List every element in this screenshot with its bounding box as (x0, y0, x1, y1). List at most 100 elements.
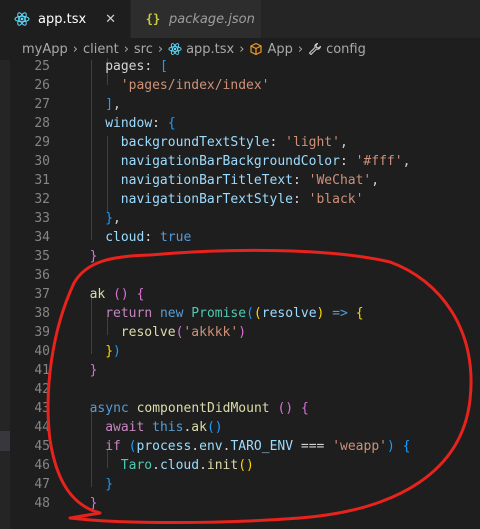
code-token: this (152, 420, 184, 435)
indent-guide (91, 411, 92, 487)
code-line: } (90, 494, 98, 513)
breadcrumb-separator: › (123, 41, 129, 57)
code-line: navigationBarBackgroundColor: '#fff', (121, 152, 411, 171)
code-token: , (371, 173, 380, 188)
code-token: pages: (105, 59, 160, 74)
code-token: cloud (105, 230, 145, 245)
code-token: process (136, 439, 192, 454)
code-token: } (89, 363, 98, 378)
line-number: 29 (34, 135, 50, 150)
code-token: cloud (159, 458, 200, 473)
code-token: navigationBarTextStyle (120, 192, 293, 207)
react-icon (14, 11, 30, 27)
code-token: backgroundTextStyle (120, 135, 270, 150)
code-line: pages: [ (105, 57, 168, 76)
code-token: : (152, 116, 168, 131)
line-number: 43 (34, 401, 50, 416)
json-icon: {} (145, 12, 161, 26)
code-token: } (89, 249, 98, 264)
line-number: 46 (34, 458, 50, 473)
class-icon (249, 42, 263, 56)
code-token: , (339, 135, 348, 150)
breadcrumb-separator: › (72, 41, 78, 57)
line-number: 48 (34, 496, 50, 511)
line-number: 42 (34, 382, 50, 397)
indent-guide (107, 136, 108, 212)
code-token: } (105, 477, 114, 492)
code-token: if (105, 439, 121, 454)
breadcrumb-item-src[interactable]: src (134, 42, 153, 57)
breadcrumb-item-config[interactable]: config (326, 42, 366, 57)
breadcrumb-separator: › (297, 41, 304, 57)
tab-app-tsx[interactable]: app.tsx ✕ (0, 0, 130, 38)
code-token: () (277, 401, 294, 416)
code-token: . (191, 439, 200, 454)
code-token: ( (253, 306, 262, 321)
tab-package-json[interactable]: {} package.json (131, 0, 261, 38)
code-token: 'WeChat' (308, 173, 372, 188)
code-line: }) (105, 342, 121, 361)
breadcrumb-separator: › (157, 41, 164, 57)
breadcrumb-item-client[interactable]: client (83, 42, 119, 57)
code-token: : (144, 230, 160, 245)
code-line: resolve('akkkk') (121, 323, 246, 342)
code-line: Taro.cloud.init() (121, 456, 254, 475)
code-token: 'pages/index/index' (120, 78, 270, 93)
code-token: () (238, 458, 254, 473)
code-line: backgroundTextStyle: 'light', (121, 133, 348, 152)
breadcrumb-item-app[interactable]: App (267, 42, 292, 57)
code-token: , (113, 211, 121, 226)
line-number: 33 (34, 211, 50, 226)
tab-label: app.tsx (38, 11, 87, 27)
breadcrumb-item-app-tsx[interactable]: app.tsx (186, 42, 234, 57)
scroll-marker (0, 431, 10, 451)
code-token: . (199, 458, 207, 473)
code-line: navigationBarTitleText: 'WeChat', (121, 171, 379, 190)
line-number: 31 (34, 173, 50, 188)
code-token: : (339, 154, 356, 169)
code-editor[interactable]: pages: ['pages/index/index'], window: {ba… (74, 57, 480, 529)
code-line: cloud: true (105, 228, 191, 247)
code-token: '#fff' (355, 154, 403, 169)
code-line: ak () { (90, 285, 145, 304)
code-line: await this.ak() (105, 418, 222, 437)
code-token: Promise (191, 306, 247, 321)
code-token: init (206, 458, 239, 473)
code-token: componentDidMount (136, 401, 270, 416)
code-line: } (90, 247, 98, 266)
close-icon[interactable]: ✕ (105, 12, 116, 27)
code-token: } (89, 496, 98, 511)
line-number: 30 (34, 154, 50, 169)
line-number: 32 (34, 192, 50, 207)
line-number: 38 (34, 306, 50, 321)
tab-label: package.json (169, 11, 255, 27)
code-token: return (105, 306, 153, 321)
line-number-gutter: 25 26 27 28 29 30 31 32 33 34 35 36 37 38 39 40 41 42 43 44… (10, 59, 56, 529)
code-token: ] (105, 97, 114, 112)
code-token: [ (159, 59, 168, 74)
react-icon (168, 42, 182, 56)
line-number: 40 (34, 344, 50, 359)
code-token: () (206, 420, 223, 435)
code-token: ak (191, 420, 207, 435)
code-token: await (105, 420, 145, 435)
breadcrumb-item-myapp[interactable]: myApp (22, 42, 68, 57)
line-number: 26 (34, 78, 50, 93)
editor-tab-bar: app.tsx ✕ {} package.json (0, 0, 480, 38)
code-token: . (152, 458, 160, 473)
code-line: 'pages/index/index' (121, 76, 270, 95)
code-token: ) (113, 344, 121, 359)
code-token: 'weapp' (332, 439, 387, 454)
code-token: ( (246, 306, 254, 321)
code-token: , (402, 154, 411, 169)
editor-left-strip (0, 60, 10, 529)
indent-guide (91, 297, 92, 354)
code-line: }, (105, 209, 121, 228)
line-number: 45 (34, 439, 50, 454)
code-token: { (355, 306, 364, 321)
